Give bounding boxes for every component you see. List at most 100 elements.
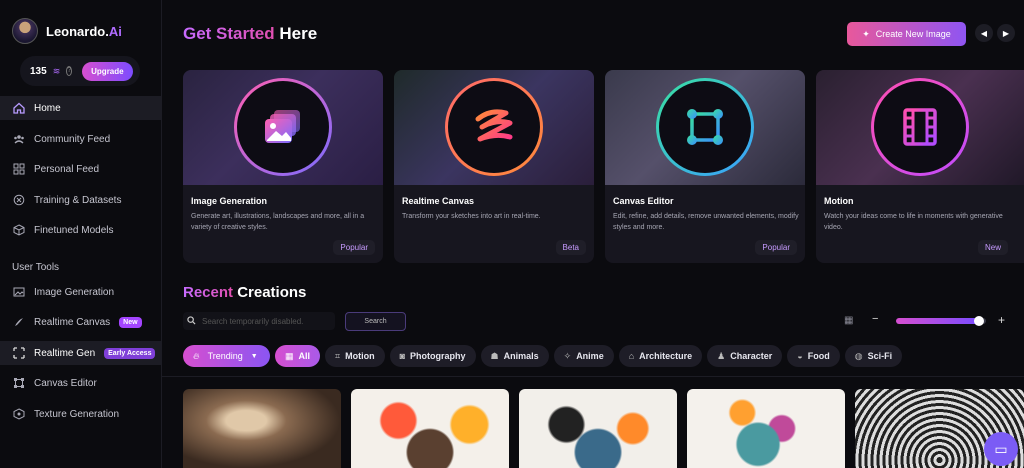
sidebar-item-image-generation[interactable]: Image Generation (0, 280, 161, 304)
card-title: Realtime Canvas (402, 196, 475, 206)
filter-chip-motion[interactable]: ⌗ Motion (325, 345, 385, 367)
search-button[interactable]: Search (345, 312, 406, 331)
sidebar-item-label: Canvas Editor (34, 377, 97, 389)
card-tag: Beta (555, 240, 586, 255)
brand-name: Leonardo.Ai (46, 23, 122, 39)
canvas-icon (12, 377, 25, 390)
carousel-prev-button[interactable]: ◀ (975, 24, 993, 42)
card-tag: Popular (755, 240, 797, 255)
building-icon: ⌂ (628, 351, 635, 361)
image-generation-icon (265, 110, 300, 143)
person-icon: ♟ (717, 350, 726, 361)
zoom-out-button[interactable]: − (872, 313, 878, 325)
token-balance: 135 ≋ ? Upgrade (20, 56, 140, 86)
recent-creations-title: Recent Creations (183, 284, 307, 301)
card-description: Transform your sketches into art in real… (402, 213, 541, 220)
brand[interactable]: Leonardo.Ai (12, 18, 122, 44)
creation-thumbnail[interactable] (351, 389, 509, 468)
sidebar-item-label: Personal Feed (34, 163, 100, 175)
chip-label: Sci-Fi (867, 351, 893, 361)
sidebar-item-texture-generation[interactable]: Texture Generation (0, 402, 161, 426)
search-field[interactable] (183, 312, 335, 330)
paw-icon: ☗ (490, 350, 499, 361)
sidebar-item-training[interactable]: Training & Datasets (0, 188, 161, 212)
upgrade-button[interactable]: Upgrade (82, 61, 133, 81)
create-new-image-button[interactable]: ✦ Create New Image (847, 22, 966, 46)
card-image-generation[interactable]: Image Generation Generate art, illustrat… (183, 70, 383, 263)
sidebar-item-label: Finetuned Models (34, 224, 114, 236)
filter-chip-photography[interactable]: ◙ Photography (389, 345, 476, 367)
early-access-badge: Early Access (104, 347, 156, 359)
filter-chip-anime[interactable]: ✧ Anime (553, 345, 614, 367)
sidebar-item-realtime-gen[interactable]: Realtime Gen Early Access (0, 341, 161, 365)
sidebar-item-realtime-canvas[interactable]: Realtime Canvas New (0, 310, 161, 334)
grid-icon: ▦ (285, 350, 294, 361)
sidebar-item-home[interactable]: Home (0, 96, 161, 120)
card-icon-ring (445, 78, 543, 176)
chip-label: Photography (410, 351, 466, 361)
trending-label: Trending (207, 351, 243, 361)
sidebar: Leonardo.Ai 135 ≋ ? Upgrade Home Communi… (0, 0, 162, 468)
search-input[interactable] (202, 316, 330, 326)
creation-thumbnail[interactable] (519, 389, 677, 468)
card-realtime-canvas[interactable]: Realtime Canvas Transform your sketches … (394, 70, 594, 263)
cube-icon (12, 224, 25, 237)
carousel-next-button[interactable]: ▶ (997, 24, 1015, 42)
chat-support-button[interactable]: ▭ (984, 432, 1018, 466)
grid-view-icon[interactable]: ▦ (844, 315, 853, 326)
card-motion[interactable]: Motion Watch your ideas come to life in … (816, 70, 1024, 263)
grid-icon (12, 163, 25, 176)
help-icon[interactable]: ? (66, 66, 73, 76)
flame-icon: 🔥︎ (193, 350, 200, 361)
scribble-icon (475, 109, 513, 142)
filter-bar: 🔥︎ Trending ▼ ▦ All ⌗ Motion ◙ Photography … (183, 345, 903, 367)
card-icon-ring (234, 78, 332, 176)
filter-chip-animals[interactable]: ☗ Animals (480, 345, 549, 367)
home-icon (12, 102, 25, 115)
sidebar-item-finetuned-models[interactable]: Finetuned Models (0, 218, 161, 242)
filter-chip-sci-fi[interactable]: ◍ Sci-Fi (844, 345, 903, 367)
divider (162, 376, 1024, 377)
sidebar-item-label: Training & Datasets (34, 194, 122, 206)
card-title: Canvas Editor (613, 196, 674, 206)
filter-chip-food[interactable]: ◒ Food (787, 345, 840, 367)
sidebar-item-personal-feed[interactable]: Personal Feed (0, 157, 161, 181)
sidebar-item-canvas-editor[interactable]: Canvas Editor (0, 371, 161, 395)
sidebar-item-label: Realtime Gen (34, 347, 96, 359)
card-description: Watch your ideas come to life in moments… (824, 213, 1003, 231)
food-icon: ◒ (797, 351, 803, 361)
main-content: Get Started Here ✦ Create New Image ◀ ▶ … (162, 0, 1024, 468)
realtime-icon (12, 347, 25, 360)
chip-label: Anime (576, 351, 604, 361)
card-title: Motion (824, 196, 854, 206)
card-tag: Popular (333, 240, 375, 255)
sidebar-item-community-feed[interactable]: Community Feed (0, 127, 161, 151)
filter-chip-all[interactable]: ▦ All (275, 345, 321, 367)
search-icon (187, 312, 196, 330)
chip-label: Animals (503, 351, 539, 361)
zoom-slider[interactable] (896, 316, 986, 326)
card-title: Image Generation (191, 196, 268, 206)
sidebar-item-label: Realtime Canvas (34, 316, 111, 328)
zoom-slider-handle[interactable] (973, 316, 984, 326)
zoom-in-button[interactable]: + (998, 313, 1005, 327)
brush-icon (12, 316, 25, 329)
creation-thumbnail[interactable] (687, 389, 845, 468)
chip-label: Character (730, 351, 773, 361)
creation-thumbnail[interactable] (183, 389, 341, 468)
chip-label: Food (807, 351, 830, 361)
trending-dropdown[interactable]: 🔥︎ Trending ▼ (183, 345, 270, 367)
create-new-image-label: Create New Image (875, 29, 951, 39)
chip-label: Architecture (639, 351, 693, 361)
sparkle-icon: ✧ (563, 350, 572, 361)
chat-icon: ▭ (994, 440, 1008, 457)
filter-chip-character[interactable]: ♟ Character (707, 345, 783, 367)
helmet-icon: ◍ (854, 350, 863, 361)
chevron-left-icon: ◀ (980, 28, 988, 38)
user-tools-heading: User Tools (12, 262, 60, 273)
card-icon-ring (656, 78, 754, 176)
card-description: Generate art, illustrations, landscapes … (191, 213, 365, 231)
sidebar-item-label: Image Generation (34, 286, 115, 298)
card-canvas-editor[interactable]: Canvas Editor Edit, refine, add details,… (605, 70, 805, 263)
filter-chip-architecture[interactable]: ⌂ Architecture (618, 345, 703, 367)
